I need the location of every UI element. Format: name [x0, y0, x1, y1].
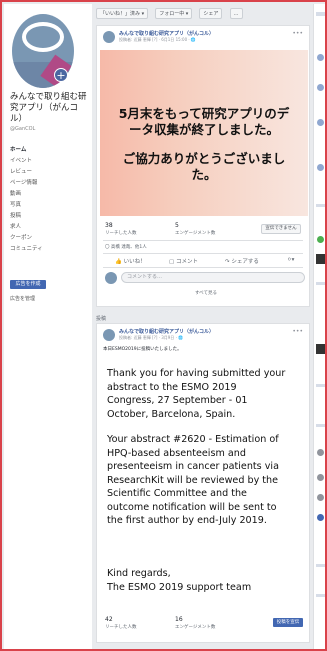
text-line: Your abstract #2620 - Estimation of: [107, 434, 279, 445]
page-name[interactable]: みんなで取り組む研究アプリ（がんコル）: [10, 92, 90, 125]
list-icon: [317, 494, 324, 501]
message-paragraph: Kind regards, The ESMO 2019 support team: [107, 567, 307, 594]
page-action-bar: 「いいね！」済み ▾ フォロー中 ▾ シェア …: [96, 8, 306, 22]
text-line: October, Barcelona, Spain.: [107, 408, 236, 420]
author-avatar[interactable]: [103, 329, 115, 341]
section-label: 投稿: [96, 316, 107, 322]
notification-icon[interactable]: [317, 164, 324, 171]
list-icon: [317, 449, 324, 456]
nav-item-videos[interactable]: 動画: [10, 189, 90, 200]
announcement-image: 5月末をもって研究アプリのデ ータ収集が終了しました。 ご協力ありがとうございま…: [100, 50, 308, 216]
notification-icon[interactable]: [317, 54, 324, 61]
page-handle[interactable]: @GanCOL: [10, 126, 35, 132]
post-meta: 投稿者: 近藤 恵輝 [?] · 6月1日 15:00 · 🌐: [119, 37, 196, 42]
commenter-avatar: [105, 272, 117, 284]
post-card: みんなで取り組む研究アプリ（がんコル） 投稿者: 近藤 恵輝 [?] · 6月1…: [96, 25, 310, 307]
list-icon: [317, 474, 324, 481]
reach-value: 42: [105, 616, 113, 623]
nav-item-about[interactable]: ページ情報: [10, 178, 90, 189]
notification-icon[interactable]: [317, 84, 324, 91]
engagement-value: 16: [175, 616, 183, 623]
logo-ring-icon: [22, 22, 64, 52]
text-line: presenteeism in cancer patients via: [107, 461, 279, 472]
comment-action[interactable]: ▢ コメント: [169, 257, 198, 265]
more-icon[interactable]: •••: [292, 328, 303, 335]
reactions-summary[interactable]: 〇 高橋 達哉、他1人: [105, 244, 147, 250]
text-line: ResearchKit will be reviewed by the: [107, 474, 279, 486]
post-header: みんなで取り組む研究アプリ（がんコル） 投稿者: 近藤 恵輝 [?] · 3月9…: [97, 324, 309, 346]
page-nav: ホーム イベント レビュー ページ情報 動画 写真 投稿 求人 クーポン コミュ…: [10, 145, 90, 255]
notification-icon[interactable]: [317, 119, 324, 126]
status-icon: [317, 236, 324, 243]
like-action-label: いいね！: [123, 259, 146, 265]
post-meta: 投稿者: 近藤 恵輝 [?] · 3月9日 · 🌐: [119, 335, 184, 340]
see-all-link[interactable]: すべて見る: [195, 290, 217, 296]
text-line: the first author by end-July 2019.: [107, 515, 267, 526]
announcement-line: 5月末をもって研究アプリのデ: [118, 106, 290, 121]
add-photo-icon[interactable]: +: [54, 68, 68, 82]
announcement-line: ご協力ありがとうございまし: [122, 151, 286, 166]
boost-button[interactable]: 宣伝できません: [261, 224, 301, 234]
message-paragraph: Thank you for having submitted your abst…: [107, 367, 307, 421]
announcement-line: ータ収集が終了しました。: [128, 122, 279, 137]
right-column: [313, 4, 325, 649]
nav-item-posts[interactable]: 投稿: [10, 211, 90, 222]
text-line: abstract to the ESMO 2019: [107, 381, 237, 393]
create-ad-button[interactable]: 広告を作成: [10, 280, 46, 289]
boost-post-button[interactable]: 投稿を宣伝: [273, 618, 303, 627]
post-header: みんなで取り組む研究アプリ（がんコル） 投稿者: 近藤 恵輝 [?] · 6月1…: [97, 26, 309, 48]
engagement-label: エンゲージメント数: [175, 625, 216, 630]
text-line: Congress, 27 September - 01: [107, 395, 248, 406]
text-line: Kind regards,: [107, 568, 171, 579]
reach-label: リーチした人数: [105, 625, 137, 630]
text-line: HPQ-based absenteeism and: [107, 447, 246, 459]
announcement-line: た。: [191, 167, 217, 182]
manage-ads-link[interactable]: 広告を管理: [10, 295, 35, 302]
nav-item-reviews[interactable]: レビュー: [10, 167, 90, 178]
reach-label: リーチした人数: [105, 231, 137, 236]
like-page-button[interactable]: 「いいね！」済み ▾: [96, 8, 149, 19]
author-avatar[interactable]: [103, 31, 115, 43]
screenshot-frame: + みんなで取り組む研究アプリ（がんコル） @GanCOL ホーム イベント レ…: [0, 0, 327, 651]
post-caption: 本日ESMO2019に投稿いたしました。: [103, 347, 182, 352]
engagement-value: 5: [175, 222, 179, 229]
more-options-button[interactable]: …: [229, 8, 243, 19]
nav-item-photos[interactable]: 写真: [10, 200, 90, 211]
share-action[interactable]: ↷ シェアする: [225, 257, 259, 265]
audience-selector-icon[interactable]: ⚪▾: [287, 257, 294, 263]
text-line: The ESMO 2019 support team: [107, 581, 252, 593]
nav-item-community[interactable]: コミュニティ: [10, 244, 90, 255]
text-line: outcome notification will be sent to: [107, 501, 277, 513]
post-card: みんなで取り組む研究アプリ（がんコル） 投稿者: 近藤 恵輝 [?] · 3月9…: [96, 323, 310, 643]
reach-value: 38: [105, 222, 113, 229]
follow-button[interactable]: フォロー中 ▾: [155, 8, 193, 19]
text-line: Thank you for having submitted your: [107, 368, 286, 379]
more-icon[interactable]: •••: [292, 30, 303, 37]
nav-item-jobs[interactable]: 求人: [10, 222, 90, 233]
page-sidebar: + みんなで取り組む研究アプリ（がんコル） @GanCOL ホーム イベント レ…: [4, 4, 92, 649]
comment-input[interactable]: コメントする…: [121, 272, 305, 283]
nav-item-coupons[interactable]: クーポン: [10, 233, 90, 244]
engagement-label: エンゲージメント数: [175, 231, 216, 236]
comment-action-label: コメント: [175, 259, 198, 265]
list-icon: [317, 514, 324, 521]
nav-item-home[interactable]: ホーム: [10, 145, 90, 156]
share-action-label: シェアする: [231, 259, 259, 265]
post-author[interactable]: みんなで取り組む研究アプリ（がんコル）: [119, 30, 214, 37]
text-line: Scientific Committee and the: [107, 488, 247, 499]
share-button[interactable]: シェア: [199, 8, 223, 19]
message-paragraph: Your abstract #2620 - Estimation of HPQ-…: [107, 433, 307, 528]
nav-item-events[interactable]: イベント: [10, 156, 90, 167]
post-author[interactable]: みんなで取り組む研究アプリ（がんコル）: [119, 328, 214, 335]
like-action[interactable]: 👍 いいね！: [115, 257, 146, 265]
